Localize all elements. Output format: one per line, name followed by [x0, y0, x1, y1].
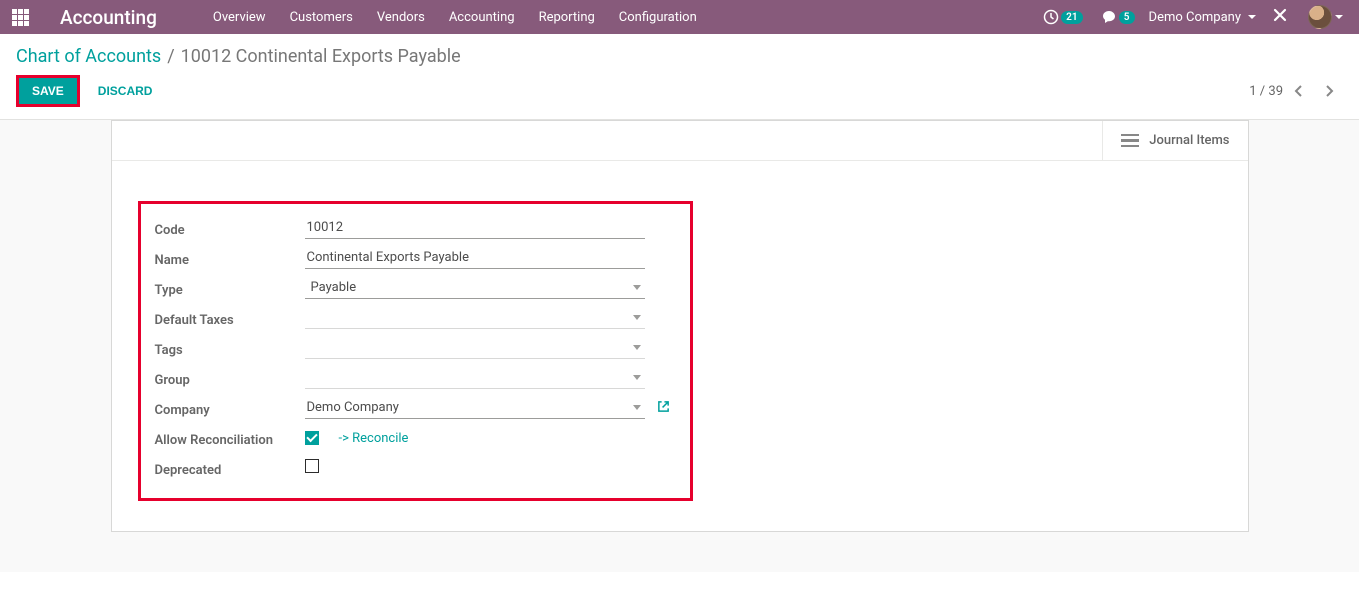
journal-items-label: Journal Items	[1149, 133, 1229, 148]
field-group: Group	[155, 364, 676, 392]
name-input[interactable]	[305, 247, 645, 269]
chevron-down-icon	[1335, 15, 1343, 19]
control-row: SAVE DISCARD 1 / 39	[0, 71, 1359, 119]
label-default-taxes: Default Taxes	[155, 309, 305, 328]
pager-next[interactable]	[1315, 80, 1343, 102]
label-type: Type	[155, 279, 305, 298]
control-panel: Chart of Accounts / 10012 Continental Ex…	[0, 34, 1359, 120]
pager-value[interactable]: 1 / 39	[1249, 84, 1283, 99]
nav-configuration[interactable]: Configuration	[607, 2, 709, 33]
label-allow-reconciliation: Allow Reconciliation	[155, 429, 305, 448]
field-company: Company	[155, 394, 676, 422]
field-type: Type	[155, 274, 676, 302]
avatar	[1308, 5, 1332, 29]
pager-previous[interactable]	[1285, 80, 1313, 102]
form-highlight: Code Name Type	[138, 201, 693, 501]
chevron-down-icon	[1248, 15, 1256, 19]
field-name: Name	[155, 244, 676, 272]
apps-icon[interactable]	[12, 9, 32, 26]
pager: 1 / 39	[1249, 80, 1343, 102]
default-taxes-select[interactable]	[305, 307, 645, 329]
field-deprecated: Deprecated	[155, 454, 676, 482]
form-body: Code Name Type	[112, 161, 1248, 531]
nav-vendors[interactable]: Vendors	[365, 2, 437, 33]
label-group: Group	[155, 369, 305, 388]
deprecated-checkbox[interactable]	[305, 459, 319, 473]
journal-items-button[interactable]: Journal Items	[1102, 121, 1247, 160]
breadcrumb-current: 10012 Continental Exports Payable	[181, 46, 461, 67]
nav-accounting[interactable]: Accounting	[437, 2, 527, 33]
button-box: Journal Items	[112, 121, 1248, 161]
code-input[interactable]	[305, 217, 645, 239]
nav-right: 21 5 Demo Company	[1039, 5, 1347, 29]
list-icon	[1121, 134, 1139, 148]
breadcrumb-parent[interactable]: Chart of Accounts	[16, 46, 161, 67]
chevron-left-icon	[1293, 84, 1305, 98]
save-button[interactable]: SAVE	[19, 78, 77, 104]
nav-menu: Overview Customers Vendors Accounting Re…	[201, 2, 709, 33]
field-default-taxes: Default Taxes	[155, 304, 676, 332]
label-code: Code	[155, 219, 305, 238]
breadcrumb-separator: /	[167, 46, 174, 67]
app-title: Accounting	[60, 6, 157, 29]
activities-badge: 21	[1061, 11, 1082, 24]
messaging-button[interactable]: 5	[1097, 9, 1139, 25]
nav-customers[interactable]: Customers	[278, 2, 365, 33]
tags-select[interactable]	[305, 337, 645, 359]
messages-badge: 5	[1119, 11, 1135, 24]
debug-close-icon[interactable]	[1266, 7, 1294, 28]
company-name: Demo Company	[1149, 10, 1241, 25]
chat-icon	[1101, 9, 1117, 25]
save-highlight: SAVE	[16, 75, 80, 107]
chevron-right-icon	[1323, 84, 1335, 98]
field-allow-reconciliation: Allow Reconciliation -> Reconcile	[155, 424, 676, 452]
label-deprecated: Deprecated	[155, 459, 305, 478]
group-select[interactable]	[305, 367, 645, 389]
main-navbar: Accounting Overview Customers Vendors Ac…	[0, 0, 1359, 34]
field-code: Code	[155, 214, 676, 242]
field-tags: Tags	[155, 334, 676, 362]
label-tags: Tags	[155, 339, 305, 358]
form-sheet: Journal Items Code Name Type	[111, 120, 1249, 532]
breadcrumb: Chart of Accounts / 10012 Continental Ex…	[0, 34, 1359, 71]
reconcile-link[interactable]: -> Reconcile	[339, 431, 409, 446]
form-view: Journal Items Code Name Type	[0, 120, 1359, 572]
discard-button[interactable]: DISCARD	[84, 77, 167, 105]
nav-overview[interactable]: Overview	[201, 2, 278, 33]
company-switcher[interactable]: Demo Company	[1149, 10, 1256, 25]
label-company: Company	[155, 399, 305, 418]
nav-reporting[interactable]: Reporting	[527, 2, 607, 33]
allow-reconciliation-checkbox[interactable]	[305, 431, 319, 445]
user-menu[interactable]	[1304, 5, 1347, 29]
clock-icon	[1043, 9, 1059, 25]
external-link-icon[interactable]	[657, 400, 670, 417]
company-select[interactable]	[305, 397, 645, 419]
activities-button[interactable]: 21	[1039, 9, 1086, 25]
label-name: Name	[155, 249, 305, 268]
type-select[interactable]	[305, 277, 645, 299]
